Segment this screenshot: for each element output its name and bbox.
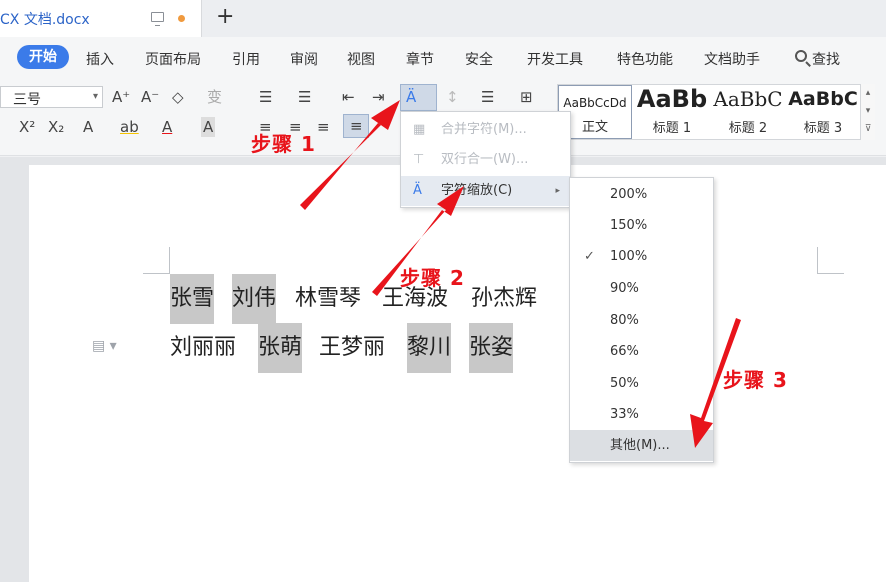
step-2-label: 步骤 2 <box>400 266 465 290</box>
annotation-arrows <box>300 100 741 448</box>
step-3-label: 步骤 3 <box>723 368 788 392</box>
step-1-label: 步骤 1 <box>251 132 316 156</box>
